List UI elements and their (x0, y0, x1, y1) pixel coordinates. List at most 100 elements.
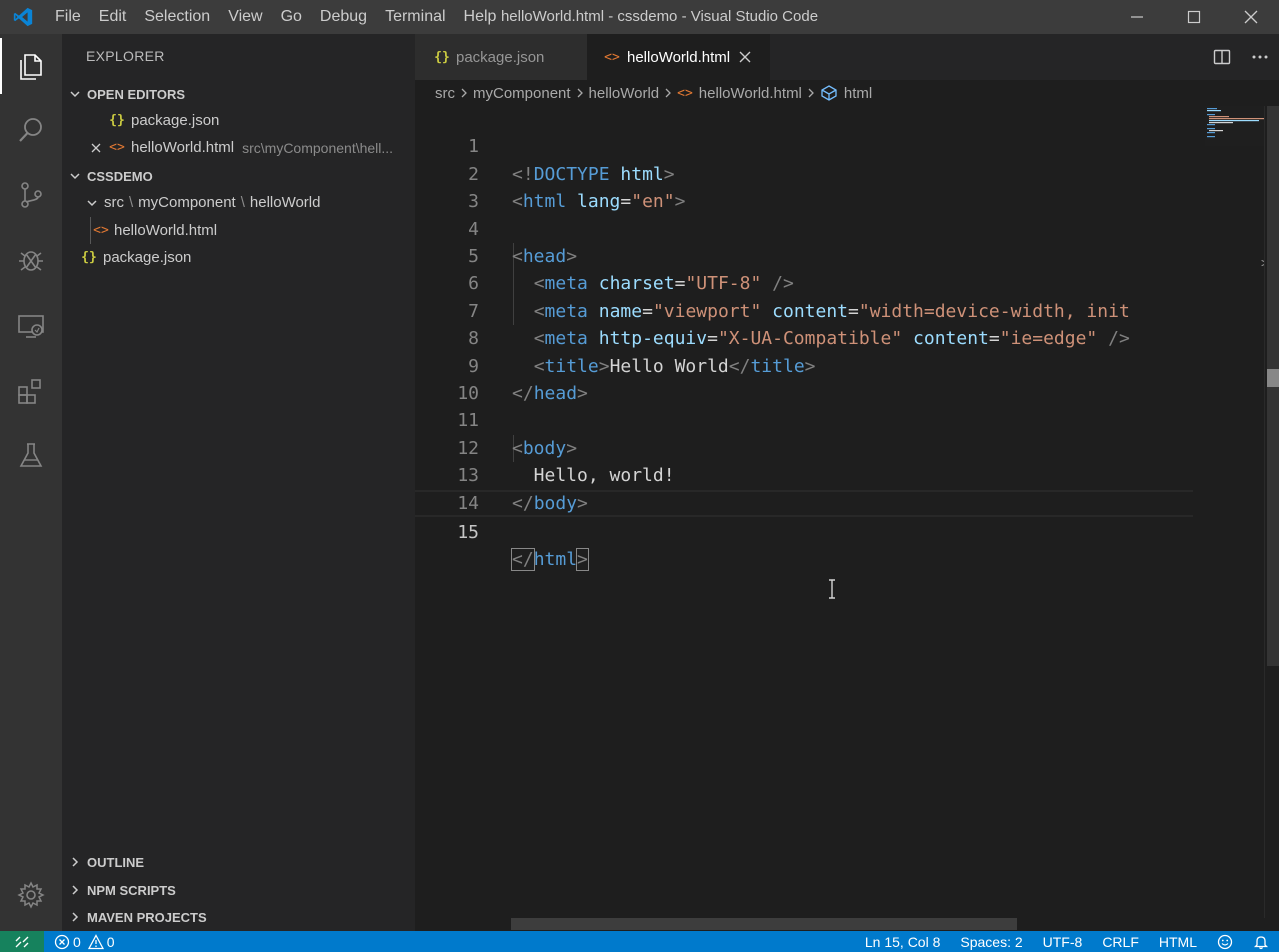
extensions-icon (18, 379, 41, 404)
maven-projects-label: MAVEN PROJECTS (87, 909, 207, 925)
title-bar: File Edit Selection View Go Debug Termin… (0, 0, 1279, 34)
code-editor[interactable]: 1 <!DOCTYPE html> 2 <html lang="en"> 3 4… (415, 106, 1195, 918)
tab-hello-world-html[interactable]: <> helloWorld.html (587, 34, 770, 80)
vscode-logo-icon (0, 0, 46, 34)
file-name: package.json (103, 249, 192, 266)
chevron-right-icon (575, 87, 585, 99)
indentation-status[interactable]: Spaces: 2 (950, 934, 1032, 950)
breadcrumb-item[interactable]: src (435, 85, 455, 102)
encoding-status[interactable]: UTF-8 (1033, 934, 1093, 950)
chevron-down-icon (63, 88, 87, 100)
menu-go[interactable]: Go (272, 0, 311, 34)
close-editor-icon[interactable] (86, 142, 106, 154)
test-button[interactable] (0, 428, 62, 484)
warning-icon (87, 933, 104, 950)
html-file-icon: <> (109, 140, 125, 155)
line-number: 15 (457, 522, 479, 543)
split-editor-icon (1213, 49, 1231, 65)
horizontal-scrollbar-thumb[interactable] (511, 918, 1017, 930)
open-editors-label: OPEN EDITORS (87, 86, 186, 102)
maven-projects-header[interactable]: MAVEN PROJECTS (62, 904, 415, 930)
debug-icon (19, 251, 43, 271)
project-header[interactable]: CSSDEMO (62, 163, 415, 189)
code-line: 8 <title>Hello World</title> (415, 298, 1195, 376)
minimap[interactable] (1205, 106, 1265, 146)
problems-status[interactable]: 0 0 (54, 931, 115, 952)
folder-segment: myComponent (138, 194, 236, 211)
menu-terminal[interactable]: Terminal (376, 0, 454, 34)
json-file-icon: {} (109, 113, 125, 128)
npm-scripts-header[interactable]: NPM SCRIPTS (62, 877, 415, 903)
menu-debug[interactable]: Debug (311, 0, 376, 34)
breadcrumb-item[interactable]: myComponent (473, 85, 571, 102)
breadcrumb-item[interactable]: html (844, 85, 872, 102)
outline-label: OUTLINE (87, 854, 145, 870)
code-line: 13 </body> (415, 435, 1195, 513)
folder-segment: src (104, 194, 124, 211)
code-line: 3 (415, 161, 1195, 212)
eol-status[interactable]: CRLF (1092, 934, 1149, 950)
minimize-button[interactable] (1108, 0, 1165, 34)
menu-view[interactable]: View (219, 0, 271, 34)
source-control-button[interactable] (0, 167, 62, 223)
menu-selection[interactable]: Selection (135, 0, 219, 34)
code-line: 7 <meta http-equiv="X-UA-Compatible" con… (415, 270, 1195, 349)
folder-item[interactable]: src \ myComponent \ helloWorld (62, 189, 415, 216)
explorer-button[interactable] (0, 38, 62, 94)
debug-button[interactable] (0, 232, 62, 288)
chevron-right-icon (63, 856, 87, 868)
error-count: 0 (73, 933, 81, 950)
chevron-down-icon (84, 197, 100, 209)
extensions-button[interactable] (0, 363, 62, 419)
explorer-icon (20, 54, 42, 80)
breadcrumb-item[interactable]: helloWorld (589, 85, 660, 102)
remote-explorer-button[interactable] (0, 298, 62, 354)
search-icon (19, 118, 42, 142)
settings-gear-icon (17, 881, 45, 909)
window-controls (1108, 0, 1279, 34)
code-line: 1 <!DOCTYPE html> (415, 106, 1195, 184)
feedback-smiley-icon[interactable] (1207, 934, 1243, 950)
notifications-bell-icon[interactable] (1243, 934, 1279, 950)
source-control-icon (21, 182, 42, 208)
warning-count: 0 (106, 933, 115, 950)
maximize-icon (1187, 10, 1200, 24)
file-item[interactable]: <> helloWorld.html (90, 217, 415, 244)
split-editor-button[interactable] (1203, 34, 1241, 80)
maximize-button[interactable] (1165, 0, 1222, 34)
outline-header[interactable]: OUTLINE (62, 849, 415, 875)
file-item[interactable]: {} package.json (62, 244, 415, 271)
chevron-right-icon (63, 884, 87, 896)
code-line: 11 <body> (415, 380, 1195, 458)
open-editor-name: package.json (131, 112, 220, 129)
code-line: 4 <head> (415, 188, 1195, 267)
path-separator: \ (240, 194, 245, 211)
folder-segment: helloWorld (249, 194, 321, 211)
open-editors-header[interactable]: OPEN EDITORS (62, 81, 415, 107)
file-name: helloWorld.html (114, 222, 218, 239)
error-icon (54, 934, 70, 950)
language-mode-status[interactable]: HTML (1149, 934, 1207, 950)
search-button[interactable] (0, 102, 62, 158)
breadcrumb-item[interactable]: helloWorld.html (699, 85, 802, 102)
open-editor-item[interactable]: <> helloWorld.html src\myComponent\hell.… (62, 134, 415, 161)
more-actions-button[interactable] (1241, 34, 1279, 80)
symbol-element-icon (820, 84, 838, 102)
menu-edit[interactable]: Edit (90, 0, 136, 34)
close-window-button[interactable] (1222, 0, 1279, 34)
chevron-right-icon (806, 87, 816, 99)
open-editor-item[interactable]: {} package.json (62, 107, 415, 134)
sidebar-title: EXPLORER (86, 48, 165, 64)
menu-file[interactable]: File (46, 0, 90, 34)
editor-actions (1203, 34, 1279, 80)
tab-package-json[interactable]: {} package.json (415, 34, 587, 80)
manage-settings-button[interactable] (0, 867, 62, 923)
code-line: 5 <meta charset="UTF-8" /> (415, 216, 1195, 294)
cursor-position[interactable]: Ln 15, Col 8 (855, 934, 951, 950)
menu-help[interactable]: Help (455, 0, 506, 34)
code-line: 12 Hello, world! (415, 407, 1195, 486)
close-tab-icon[interactable] (738, 50, 752, 64)
npm-scripts-label: NPM SCRIPTS (87, 882, 176, 898)
remote-status-button[interactable] (0, 931, 44, 952)
chevron-right-icon (459, 87, 469, 99)
